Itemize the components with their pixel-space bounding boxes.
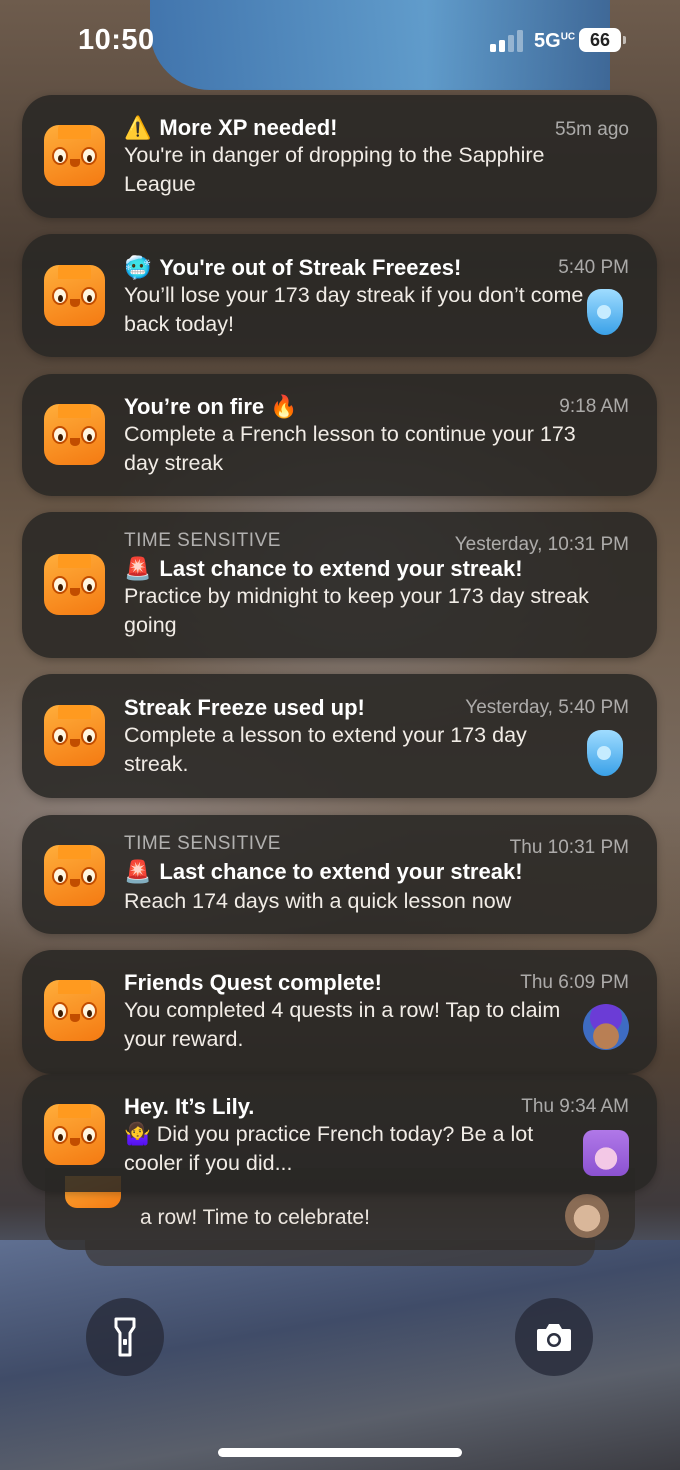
notification-time: 5:40 PM (558, 257, 629, 278)
duolingo-app-icon (44, 554, 105, 615)
notification-body: You’ll lose your 173 day streak if you d… (124, 283, 584, 336)
notification-body: You completed 4 quests in a row! Tap to … (124, 998, 561, 1051)
duolingo-app-icon (44, 404, 105, 465)
duolingo-app-icon (44, 125, 105, 186)
time-sensitive-label: TIME SENSITIVE (124, 530, 281, 551)
battery-tip (623, 36, 626, 44)
cell-signal-icon (490, 30, 526, 52)
notification-time: Yesterday, 5:40 PM (465, 697, 629, 718)
duolingo-app-icon (44, 845, 105, 906)
notification-title: ⚠️ More XP needed! (124, 115, 338, 140)
duolingo-app-icon (44, 1104, 105, 1165)
notification-last-chance[interactable]: TIME SENSITIVE Yesterday, 10:31 PM 🚨 Last… (22, 512, 657, 658)
notification-title: 🚨 Last chance to extend your streak! (124, 556, 523, 581)
notification-body: Complete a lesson to extend your 173 day… (124, 723, 527, 776)
notification-title: 🚨 Last chance to extend your streak! (124, 859, 523, 884)
notification-more-xp[interactable]: ⚠️ More XP needed! 55m ago You're in dang… (22, 95, 657, 218)
notification-title: Hey. It’s Lily. (124, 1094, 255, 1119)
notification-body: Complete a French lesson to continue you… (124, 422, 576, 475)
friend-avatar (583, 1004, 629, 1050)
time-sensitive-label: TIME SENSITIVE (124, 833, 281, 854)
notification-last-chance-thu[interactable]: TIME SENSITIVE Thu 10:31 PM 🚨 Last chance… (22, 815, 657, 934)
camera-icon (537, 1324, 571, 1351)
notification-time: Yesterday, 10:31 PM (454, 534, 629, 555)
duolingo-app-icon (44, 705, 105, 766)
notification-on-fire[interactable]: You’re on fire 🔥 9:18 AM Complete a Fren… (22, 374, 657, 496)
notification-title: Friends Quest complete! (124, 970, 382, 995)
lily-avatar (583, 1130, 629, 1176)
notification-time: 55m ago (555, 119, 629, 140)
notification-lily[interactable]: Hey. It’s Lily. Thu 9:34 AM 🤷‍♀️ Did you… (22, 1074, 657, 1192)
battery-icon: 66 (579, 28, 621, 52)
clock: 10:50 (78, 24, 155, 56)
notification-time: Thu 9:34 AM (521, 1096, 629, 1117)
notification-title: 🥶 You're out of Streak Freezes! (124, 255, 462, 280)
status-bar: 10:50 5GUC 66 (0, 0, 680, 80)
duolingo-app-icon (44, 265, 105, 326)
cat-avatar (565, 1194, 609, 1238)
notification-time: 9:18 AM (559, 396, 629, 417)
notification-streak-freezes[interactable]: 🥶 You're out of Streak Freezes! 5:40 PM Y… (22, 234, 657, 357)
notification-time: Thu 6:09 PM (520, 972, 629, 993)
flashlight-icon (114, 1317, 136, 1357)
network-type: 5GUC (534, 30, 576, 52)
notification-title: You’re on fire 🔥 (124, 394, 298, 419)
notification-body: a row! Time to celebrate! (140, 1206, 370, 1229)
camera-button[interactable] (515, 1298, 593, 1376)
duolingo-app-icon (44, 980, 105, 1041)
notification-time: Thu 10:31 PM (509, 837, 629, 858)
flashlight-button[interactable] (86, 1298, 164, 1376)
streak-freeze-icon (587, 730, 623, 776)
notification-friends-quest[interactable]: Friends Quest complete! Thu 6:09 PM You … (22, 950, 657, 1074)
notification-body: Practice by midnight to keep your 173 da… (124, 584, 589, 637)
home-indicator[interactable] (218, 1448, 462, 1457)
notification-freeze-used[interactable]: Streak Freeze used up! Yesterday, 5:40 P… (22, 674, 657, 798)
notification-body: Reach 174 days with a quick lesson now (124, 889, 512, 913)
notification-body: You're in danger of dropping to the Sapp… (124, 143, 545, 196)
notification-body: 🤷‍♀️ Did you practice French today? Be a… (124, 1122, 534, 1175)
notification-title: Streak Freeze used up! (124, 695, 365, 720)
streak-freeze-icon (587, 289, 623, 335)
